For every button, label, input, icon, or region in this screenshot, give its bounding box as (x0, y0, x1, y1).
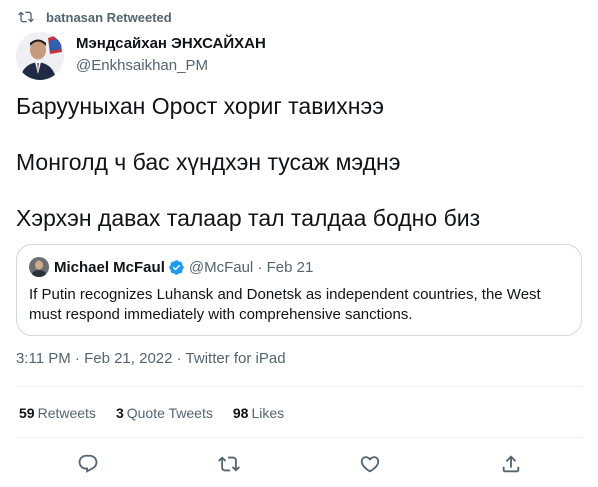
tweet-line: Монголд ч бас хүндхэн тусаж мэднэ (16, 149, 401, 175)
tweet-stats: 59 Retweets 3 Quote Tweets 98 Likes (19, 405, 304, 421)
share-icon (502, 455, 520, 473)
tweet-text: Барууныхан Орост хориг тавихнээ Монголд … (16, 92, 582, 260)
retweets-stat[interactable]: 59 Retweets (19, 405, 96, 421)
retweet-context-text: batnasan Retweeted (46, 9, 172, 25)
divider (16, 437, 582, 438)
quotes-label: Quote Tweets (126, 405, 213, 421)
tweet-actions (0, 450, 598, 478)
retweet-context[interactable]: batnasan Retweeted (18, 8, 172, 26)
quoted-tweet[interactable]: Michael McFaul @McFaul · Feb 21 If Putin… (16, 244, 582, 336)
author-avatar[interactable] (16, 32, 64, 80)
author-display-name[interactable]: Мэндсайхан ЭНХСАЙХАН (76, 34, 266, 53)
like-button[interactable] (356, 450, 384, 478)
share-button[interactable] (497, 450, 525, 478)
verified-badge-icon (169, 259, 184, 275)
quote-meta: @McFaul · Feb 21 (188, 258, 314, 276)
tweet-author: Мэндсайхан ЭНХСАЙХАН @Enkhsaikhan_PM (16, 32, 266, 80)
tweet-timestamp[interactable]: 3:11 PM · Feb 21, 2022 · Twitter for iPa… (16, 350, 286, 367)
quotes-stat[interactable]: 3 Quote Tweets (116, 405, 213, 421)
likes-stat[interactable]: 98 Likes (233, 405, 284, 421)
quotes-count: 3 (115, 405, 124, 421)
likes-count: 98 (232, 405, 249, 421)
tweet-line: Хэрхэн давах талаар тал талдаа бодно биз (16, 205, 481, 231)
quote-text: If Putin recognizes Luhansk and Donetsk … (29, 286, 541, 323)
quote-avatar-image (29, 257, 49, 277)
retweets-label: Retweets (37, 405, 96, 421)
retweet-button[interactable] (215, 450, 243, 478)
retweets-count: 59 (19, 405, 35, 421)
likes-label: Likes (251, 405, 285, 421)
divider (16, 386, 582, 387)
retweet-icon (218, 456, 240, 472)
heart-icon (360, 456, 380, 473)
author-avatar-image (16, 32, 64, 80)
tweet-line: Барууныхан Орост хориг тавихнээ (16, 93, 384, 119)
author-handle[interactable]: @Enkhsaikhan_PM (76, 56, 266, 75)
quote-author-avatar (29, 257, 49, 277)
reply-icon (78, 454, 98, 473)
retweet-icon (18, 11, 34, 23)
quote-author-name: Michael McFaul (54, 258, 165, 276)
reply-button[interactable] (74, 450, 102, 478)
